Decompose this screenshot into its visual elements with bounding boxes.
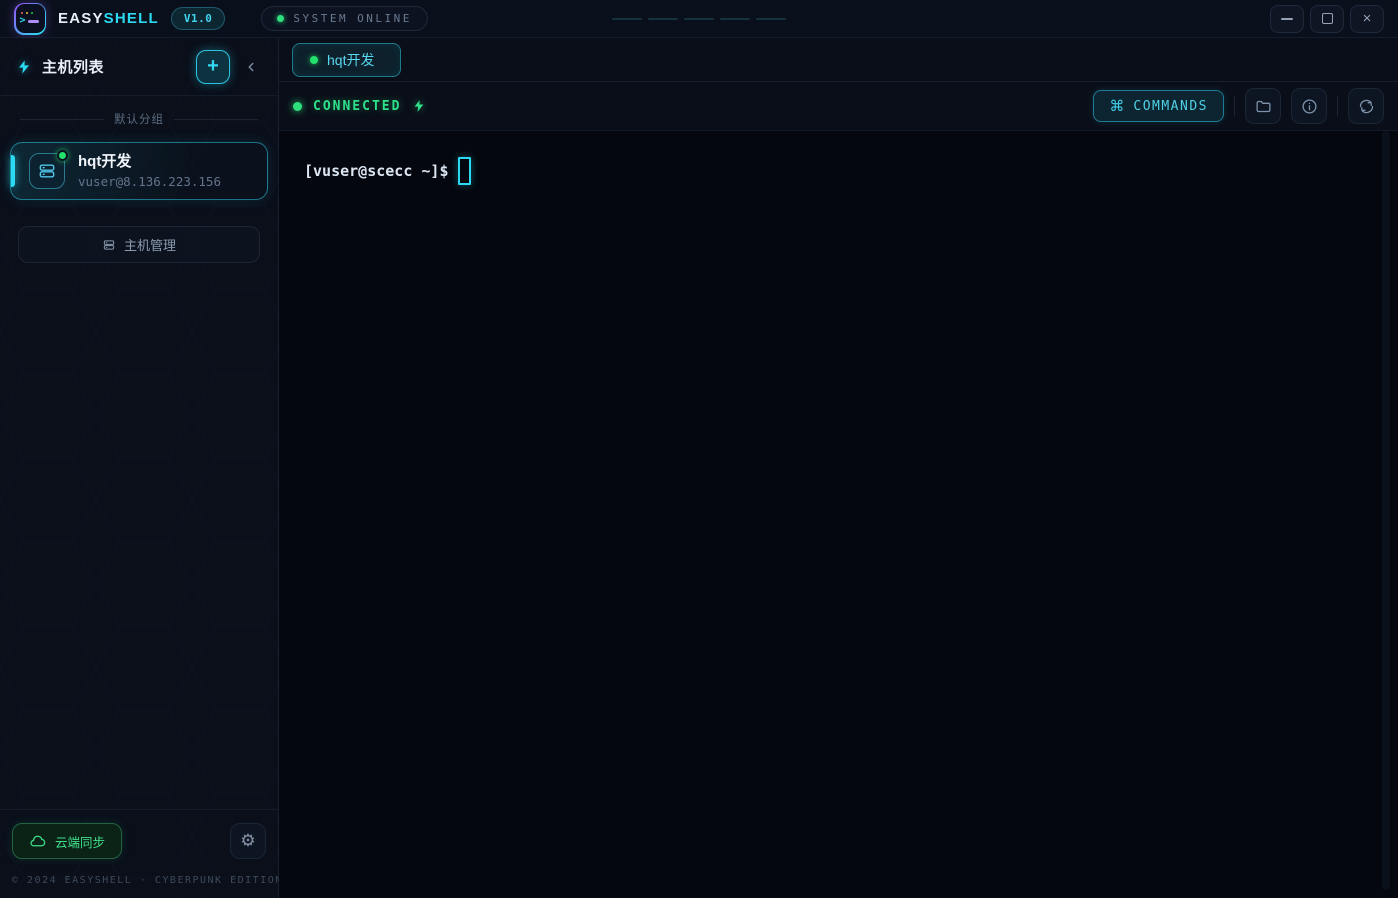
version-badge: V1.0	[171, 7, 226, 30]
plus-icon: +	[207, 55, 219, 78]
cloud-icon	[29, 833, 46, 850]
close-button[interactable]: ×	[1350, 5, 1384, 33]
host-online-dot	[57, 150, 68, 161]
close-icon: ×	[1363, 11, 1372, 26]
server-icon	[29, 153, 65, 189]
sidebar: 主机列表 + 默认分组 hqt开发	[0, 38, 279, 898]
terminal-prompt-line: [vuser@scecc ~]$	[304, 157, 1378, 185]
terminal-area[interactable]: [vuser@scecc ~]$	[279, 131, 1398, 898]
copyright-text: © 2024 EASYSHELL · CYBERPUNK EDITION	[12, 875, 266, 886]
minimize-icon	[1281, 18, 1293, 20]
add-host-button[interactable]: +	[196, 50, 230, 84]
file-manager-button[interactable]	[1245, 88, 1281, 124]
terminal-scrollbar[interactable]	[1382, 131, 1390, 890]
titlebar: > EASYSHELL V1.0 SYSTEM ONLINE ×	[0, 0, 1398, 38]
server-icon	[102, 238, 116, 252]
traffic-light-dots	[21, 12, 34, 15]
active-accent-bar	[11, 155, 15, 187]
group-label: 默认分组	[20, 111, 258, 127]
connection-label: CONNECTED	[313, 99, 401, 114]
folder-icon	[1255, 98, 1272, 115]
connection-status: CONNECTED	[293, 99, 426, 114]
main-panel: hqt开发 CONNECTED ⌘ COMMANDS	[279, 38, 1398, 898]
connected-dot	[293, 102, 302, 111]
cloud-sync-button[interactable]: 云端同步	[12, 823, 122, 859]
reconnect-button[interactable]	[1348, 88, 1384, 124]
terminal-prompt: [vuser@scecc ~]$	[304, 162, 449, 180]
refresh-icon	[1358, 98, 1375, 115]
system-status-badge: SYSTEM ONLINE	[261, 6, 428, 31]
info-button[interactable]	[1291, 88, 1327, 124]
settings-button[interactable]: ⚙	[230, 823, 266, 859]
lightning-icon	[16, 59, 32, 75]
lightning-icon	[412, 99, 426, 113]
host-manage-button[interactable]: 主机管理	[18, 226, 260, 263]
sidebar-header: 主机列表 +	[0, 38, 278, 96]
tab-session[interactable]: hqt开发	[292, 43, 401, 77]
tab-bar: hqt开发	[279, 38, 1398, 82]
gear-icon: ⚙	[240, 831, 255, 851]
titlebar-drag-decoration	[612, 18, 786, 20]
app-title: EASYSHELL	[58, 10, 159, 27]
collapse-sidebar-button[interactable]	[240, 50, 262, 84]
host-name: hqt开发	[78, 153, 221, 172]
terminal-logo-icon: >	[14, 3, 46, 35]
divider	[1234, 96, 1235, 116]
app-window: > EASYSHELL V1.0 SYSTEM ONLINE ×	[0, 0, 1398, 898]
online-dot	[277, 15, 284, 22]
sidebar-title: 主机列表	[42, 56, 104, 77]
info-icon	[1301, 98, 1318, 115]
maximize-button[interactable]	[1310, 5, 1344, 33]
maximize-icon	[1322, 13, 1333, 24]
chevron-left-icon	[244, 60, 258, 74]
sidebar-footer: 云端同步 ⚙ © 2024 EASYSHELL · CYBERPUNK EDIT…	[0, 809, 278, 898]
divider	[1337, 96, 1338, 116]
command-icon: ⌘	[1109, 99, 1124, 114]
minimize-button[interactable]	[1270, 5, 1304, 33]
terminal-cursor	[458, 157, 471, 185]
window-controls: ×	[1270, 5, 1384, 33]
tab-online-dot	[310, 56, 318, 64]
tab-label: hqt开发	[327, 50, 374, 70]
status-bar: CONNECTED ⌘ COMMANDS	[279, 82, 1398, 131]
host-address: vuser@8.136.223.156	[78, 174, 221, 189]
commands-button[interactable]: ⌘ COMMANDS	[1093, 90, 1224, 122]
host-list-item[interactable]: hqt开发 vuser@8.136.223.156	[10, 142, 268, 200]
